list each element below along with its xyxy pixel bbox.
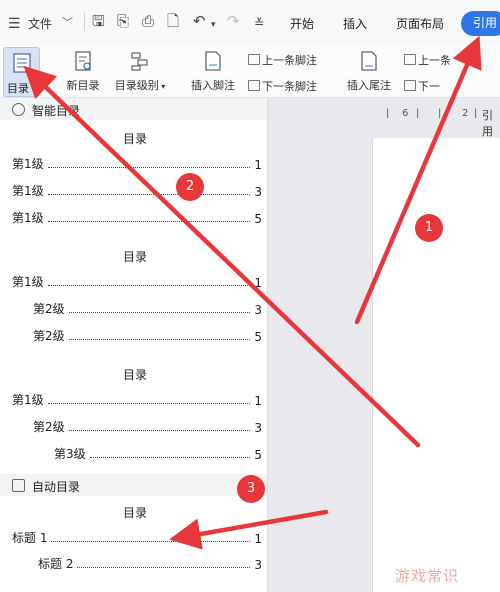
annotation-badge-3: 3 (237, 475, 265, 503)
annotation-arrow-3 (169, 509, 329, 550)
watermark: 游戏常识 (395, 567, 460, 585)
annotation-badge-1: 1 (415, 214, 443, 242)
annotation-arrows (23, 35, 482, 550)
annotation-badge-2: 2 (176, 173, 204, 201)
annotation-arrow-2 (23, 65, 421, 448)
annotation-arrow-1 (354, 35, 482, 325)
